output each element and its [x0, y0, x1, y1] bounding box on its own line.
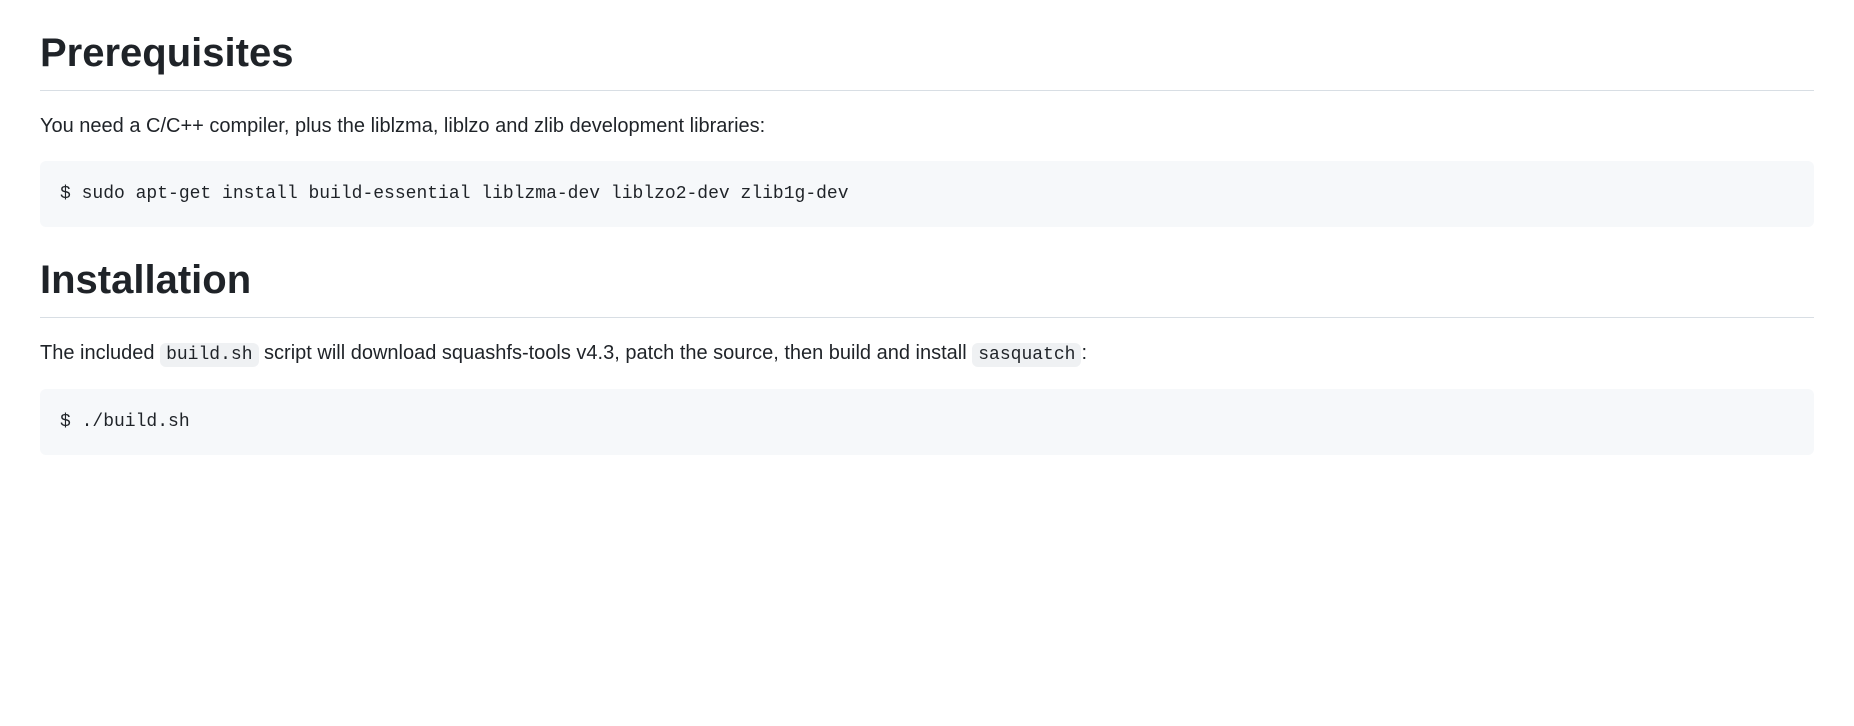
installation-description: The included build.sh script will downlo…	[40, 338, 1814, 369]
inline-code-sasquatch: sasquatch	[972, 343, 1081, 367]
installation-code-block: $ ./build.sh	[40, 389, 1814, 455]
installation-text-part3: :	[1081, 342, 1087, 364]
prerequisites-heading: Prerequisites	[40, 28, 1814, 91]
installation-text-part1: The included	[40, 342, 160, 364]
installation-text-part2: script will download squashfs-tools v4.3…	[259, 342, 973, 364]
inline-code-buildsh: build.sh	[160, 343, 258, 367]
prerequisites-code-block: $ sudo apt-get install build-essential l…	[40, 161, 1814, 227]
prerequisites-description: You need a C/C++ compiler, plus the libl…	[40, 111, 1814, 141]
installation-heading: Installation	[40, 255, 1814, 318]
